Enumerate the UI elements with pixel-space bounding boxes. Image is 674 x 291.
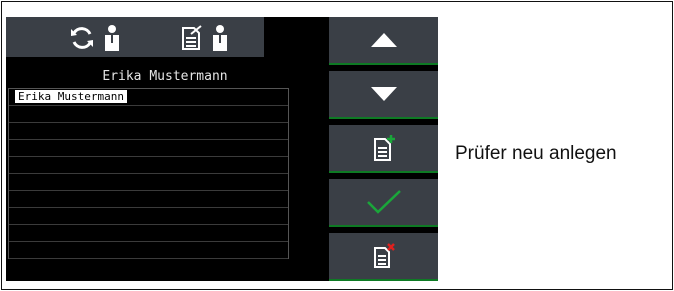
list-item-label: Erika Mustermann [15, 90, 127, 103]
list-item[interactable] [9, 208, 288, 225]
list-item[interactable] [9, 225, 288, 242]
device-screen: Erika Mustermann Erika Mustermann [6, 17, 438, 281]
edit-document-icon[interactable] [178, 23, 206, 53]
checkmark-icon [366, 190, 401, 214]
triangle-down-icon [370, 87, 397, 101]
list-item[interactable] [9, 157, 288, 174]
list-item[interactable] [9, 140, 288, 157]
user-icon[interactable] [206, 23, 234, 53]
triangle-up-icon [370, 33, 397, 47]
confirm-button[interactable] [329, 179, 438, 227]
scroll-down-button[interactable] [329, 71, 438, 119]
list-item[interactable] [9, 242, 288, 259]
list-item[interactable] [9, 191, 288, 208]
list-item[interactable]: Erika Mustermann [9, 89, 288, 106]
delete-tester-button[interactable] [329, 233, 438, 281]
user-icon[interactable] [98, 23, 126, 53]
scroll-up-button[interactable] [329, 17, 438, 65]
new-tester-button[interactable] [329, 125, 438, 173]
current-tester-title: Erika Mustermann [102, 69, 228, 84]
tester-list[interactable]: Erika Mustermann [8, 88, 289, 259]
document-add-icon [373, 135, 395, 161]
list-item[interactable] [9, 174, 288, 191]
list-item[interactable] [9, 123, 288, 140]
document-delete-icon [373, 243, 395, 268]
side-button-column [329, 17, 438, 281]
sync-icon[interactable] [68, 23, 96, 53]
figure-caption: Prüfer neu anlegen [455, 143, 617, 164]
top-toolbar [6, 17, 264, 57]
list-item[interactable] [9, 106, 288, 123]
